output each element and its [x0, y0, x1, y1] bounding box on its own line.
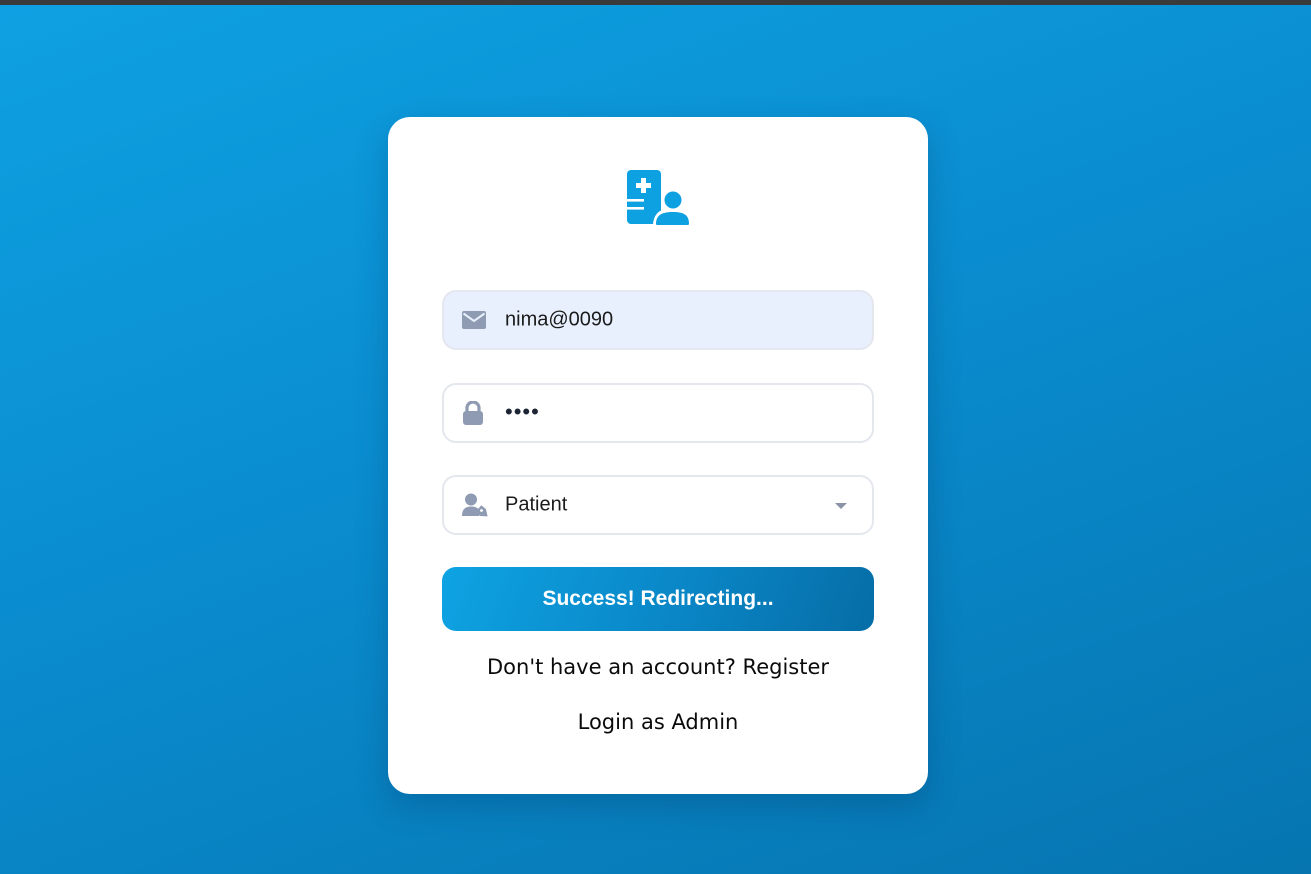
email-value: nima@0090 [505, 308, 614, 331]
password-field[interactable]: •••• [442, 383, 874, 443]
password-value: •••• [505, 398, 540, 424]
login-submit-button[interactable]: Success! Redirecting... [442, 567, 874, 631]
register-link[interactable]: Register [743, 655, 829, 679]
medical-record-user-icon [627, 170, 693, 226]
envelope-icon [462, 311, 486, 329]
login-card: nima@0090 •••• Patient Success! Redirect… [388, 117, 928, 794]
window-top-border [0, 0, 1311, 5]
register-prompt: Don't have an account? Register [388, 655, 928, 679]
admin-login-row: Login as Admin [388, 710, 928, 734]
role-select[interactable]: Patient [442, 475, 874, 535]
chevron-down-icon[interactable] [835, 503, 847, 509]
user-tag-icon [462, 493, 490, 517]
register-prompt-text: Don't have an account? [486, 655, 736, 679]
email-field[interactable]: nima@0090 [442, 290, 874, 350]
lock-icon [462, 401, 484, 425]
role-selected-value: Patient [505, 493, 568, 516]
admin-login-link[interactable]: Login as Admin [578, 710, 739, 734]
